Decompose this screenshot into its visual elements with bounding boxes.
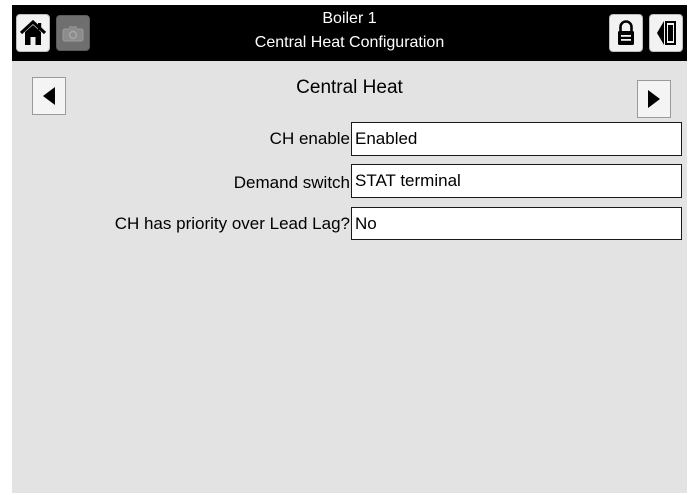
screen-title: Central Heat Configuration — [254, 34, 445, 51]
ch-enable-field[interactable]: Enabled — [351, 122, 682, 156]
camera-icon — [62, 26, 84, 42]
exit-icon — [657, 21, 676, 45]
ch-enable-label: CH enable — [269, 129, 350, 148]
ch-priority-field[interactable]: No — [351, 207, 682, 240]
home-button[interactable] — [16, 14, 50, 52]
ch-priority-label: CH has priority over Lead Lag? — [114, 214, 350, 233]
lock-button[interactable] — [609, 14, 643, 52]
header-bar: Boiler 1 Central Heat Configuration — [12, 5, 687, 61]
previous-page-button[interactable] — [32, 77, 66, 115]
device-title: Boiler 1 — [322, 10, 377, 27]
arrow-left-icon — [43, 87, 55, 105]
arrow-right-icon — [648, 90, 660, 108]
camera-button[interactable] — [56, 15, 90, 51]
exit-button[interactable] — [649, 14, 683, 52]
section-title: Central Heat — [296, 77, 403, 98]
next-page-button[interactable] — [637, 80, 671, 118]
home-icon — [19, 19, 47, 45]
demand-switch-label: Demand switch — [233, 173, 350, 192]
lock-icon — [618, 20, 634, 45]
demand-switch-field[interactable]: STAT terminal — [351, 164, 682, 198]
configuration-screen: Boiler 1 Central Heat Configuration Cent… — [12, 5, 687, 493]
